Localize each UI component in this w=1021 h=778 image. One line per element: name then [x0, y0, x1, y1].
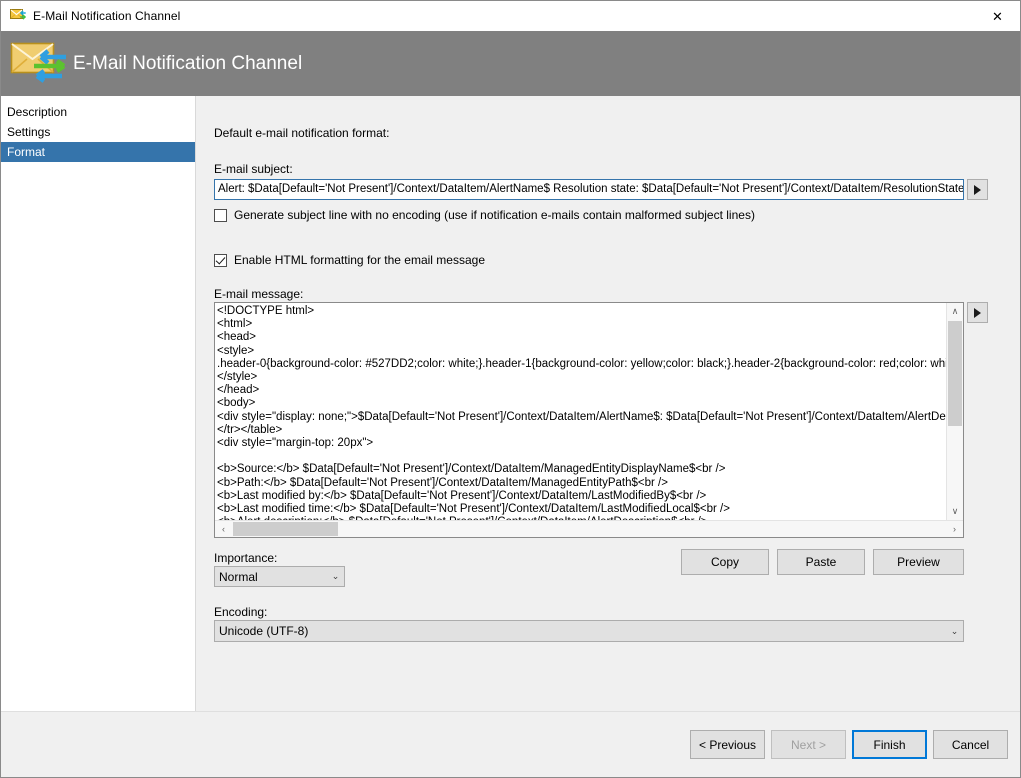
close-icon[interactable]: ✕ [975, 1, 1020, 31]
message-text[interactable]: <!DOCTYPE html> <html> <head> <style> .h… [215, 303, 946, 520]
paste-button[interactable]: Paste [777, 549, 865, 575]
message-horizontal-scrollbar[interactable]: ‹ › [215, 520, 963, 537]
scroll-up-icon[interactable]: ∧ [947, 303, 963, 320]
horizontal-scroll-thumb[interactable] [233, 522, 338, 536]
message-line: <b>Path:</b> $Data[Default='Not Present'… [217, 477, 946, 490]
previous-button[interactable]: < Previous [690, 730, 765, 759]
cancel-button[interactable]: Cancel [933, 730, 1008, 759]
next-button: Next > [771, 730, 846, 759]
no-encoding-label: Generate subject line with no encoding (… [234, 208, 755, 222]
message-line: <!DOCTYPE html> [217, 305, 946, 318]
copy-button[interactable]: Copy [681, 549, 769, 575]
play-arrow-icon [974, 308, 981, 318]
scroll-right-icon[interactable]: › [946, 521, 963, 537]
subject-insert-button[interactable] [967, 179, 988, 200]
email-channel-icon [9, 38, 71, 90]
html-formatting-checkbox-row[interactable]: Enable HTML formatting for the email mes… [214, 253, 485, 267]
message-line: <div style="display: none;">$Data[Defaul… [217, 411, 946, 424]
message-line: <b>Source:</b> $Data[Default='Not Presen… [217, 463, 946, 476]
sidebar-item-format[interactable]: Format [1, 142, 195, 162]
wizard-footer: < Previous Next > Finish Cancel [1, 711, 1020, 777]
window-title: E-Mail Notification Channel [33, 9, 180, 23]
banner-title: E-Mail Notification Channel [73, 53, 302, 75]
sidebar-item-settings[interactable]: Settings [1, 122, 195, 142]
email-notification-channel-window: E-Mail Notification Channel ✕ E-Mail Not… [0, 0, 1021, 778]
subject-input[interactable]: Alert: $Data[Default='Not Present']/Cont… [214, 179, 964, 200]
message-line: <b>Last modified by:</b> $Data[Default='… [217, 490, 946, 503]
importance-label: Importance: [214, 551, 277, 565]
encoding-select[interactable]: Unicode (UTF-8) ⌄ [214, 620, 964, 642]
message-line: </head> [217, 384, 946, 397]
message-line [217, 450, 946, 463]
message-line: </style> [217, 371, 946, 384]
message-line: <b>Last modified time:</b> $Data[Default… [217, 503, 946, 516]
banner: E-Mail Notification Channel [1, 31, 1020, 96]
finish-button[interactable]: Finish [852, 730, 927, 759]
encoding-value: Unicode (UTF-8) [215, 624, 946, 638]
vertical-scroll-thumb[interactable] [948, 321, 962, 426]
html-formatting-label: Enable HTML formatting for the email mes… [234, 253, 485, 267]
title-bar: E-Mail Notification Channel ✕ [1, 1, 1020, 31]
message-line: <body> [217, 397, 946, 410]
message-line: <head> [217, 331, 946, 344]
message-line: <div style="margin-top: 20px"> [217, 437, 946, 450]
email-notification-icon [10, 8, 26, 24]
message-line: .header-0{background-color: #527DD2;colo… [217, 358, 946, 371]
no-encoding-checkbox-row[interactable]: Generate subject line with no encoding (… [214, 208, 755, 222]
section-label: Default e-mail notification format: [214, 126, 389, 140]
message-label: E-mail message: [214, 287, 303, 301]
sidebar-item-description[interactable]: Description [1, 102, 195, 122]
encoding-label: Encoding: [214, 605, 267, 619]
importance-select[interactable]: Normal ⌄ [214, 566, 345, 587]
window-controls: ✕ [975, 1, 1020, 31]
message-line: <html> [217, 318, 946, 331]
chevron-down-icon: ⌄ [327, 571, 344, 582]
message-line: <style> [217, 345, 946, 358]
chevron-down-icon: ⌄ [946, 626, 963, 637]
scroll-left-icon[interactable]: ‹ [215, 521, 232, 537]
format-pane: Default e-mail notification format: E-ma… [196, 96, 1020, 711]
no-encoding-checkbox[interactable] [214, 209, 227, 222]
message-editor[interactable]: <!DOCTYPE html> <html> <head> <style> .h… [214, 302, 964, 538]
message-insert-button[interactable] [967, 302, 988, 323]
preview-button[interactable]: Preview [873, 549, 964, 575]
dialog-body: Description Settings Format Default e-ma… [1, 96, 1020, 711]
wizard-sidebar: Description Settings Format [1, 96, 196, 711]
scroll-down-icon[interactable]: ∨ [947, 503, 963, 520]
message-vertical-scrollbar[interactable]: ∧ ∨ [946, 303, 963, 520]
subject-label: E-mail subject: [214, 162, 293, 176]
html-formatting-checkbox[interactable] [214, 254, 227, 267]
importance-value: Normal [215, 570, 327, 584]
message-line: </tr></table> [217, 424, 946, 437]
play-arrow-icon [974, 185, 981, 195]
